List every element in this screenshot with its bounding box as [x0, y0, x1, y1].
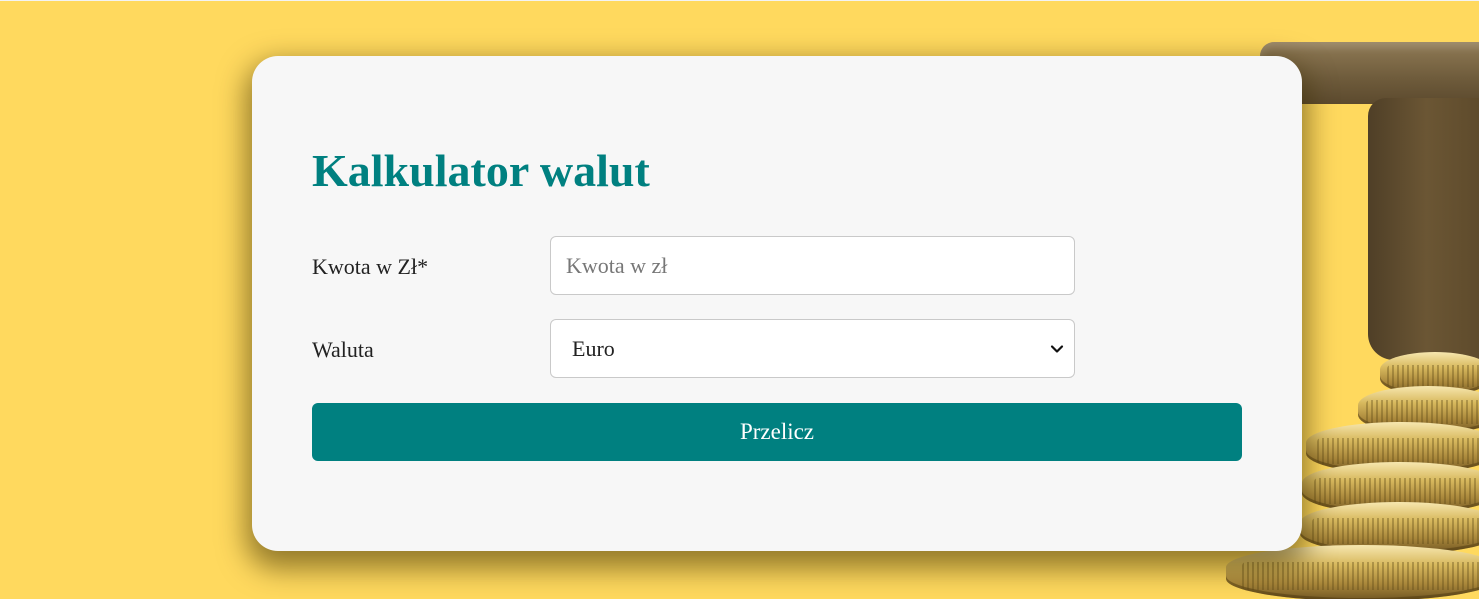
currency-select-value: Euro [572, 335, 615, 361]
chevron-down-icon [1050, 344, 1064, 353]
graduation-cap-body [1368, 98, 1479, 360]
coin [1226, 545, 1479, 599]
amount-label: Kwota w Zł* [312, 254, 429, 279]
currency-calculator-card: Kalkulator walut Kwota w Zł* Waluta Euro… [252, 56, 1302, 551]
convert-button[interactable]: Przelicz [312, 403, 1242, 461]
currency-select[interactable]: Euro [550, 319, 1075, 378]
top-divider [0, 0, 1479, 1]
page-title: Kalkulator walut [312, 145, 650, 196]
amount-input[interactable] [550, 236, 1075, 295]
currency-label: Waluta [312, 337, 374, 362]
